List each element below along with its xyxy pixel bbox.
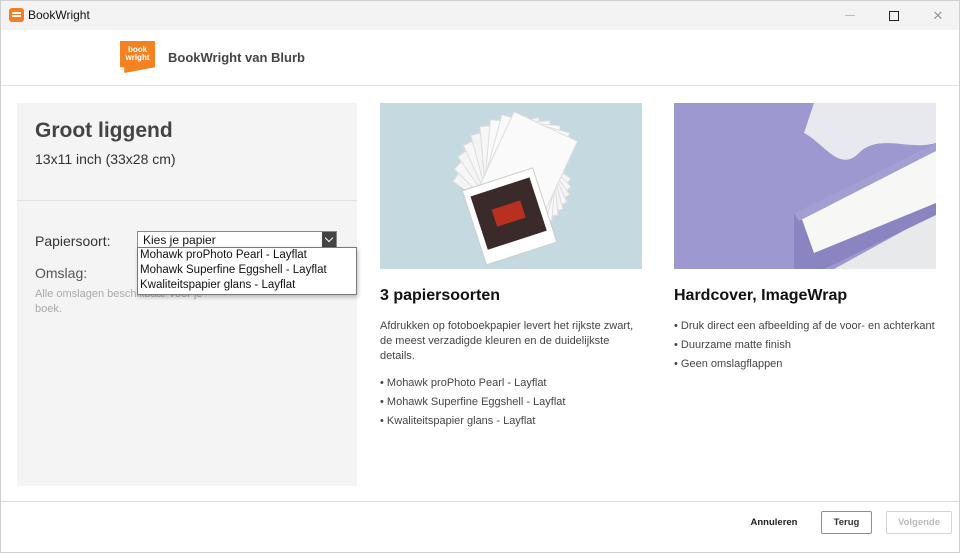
bookwright-app-icon [9,8,24,22]
panel-divider [17,200,357,201]
paper-type-select-value: Kies je papier [143,233,216,247]
back-button[interactable]: Terug [821,511,872,534]
cover-feature-bullets: • Druk direct een afbeelding af de voor-… [674,319,936,372]
bullet-item: • Geen omslagflappen [674,358,783,370]
paper-type-select[interactable]: Kies je papier [137,231,337,248]
maximize-button[interactable] [871,1,917,30]
paper-type-label: Papiersoort: [35,233,111,249]
paper-feature: 3 papiersoorten Afdrukken op fotoboekpap… [380,103,642,433]
paper-samples-illustration [452,111,579,266]
minimize-button[interactable] [827,1,873,30]
window-title: BookWright [28,8,90,22]
bullet-item: • Kwaliteitspapier glans - Layflat [380,415,536,427]
next-button[interactable]: Volgende [886,511,952,534]
cancel-button[interactable]: Annuleren [741,511,807,534]
cover-label: Omslag: [35,265,88,281]
format-size: 13x11 inch (33x28 cm) [35,151,176,167]
cover-feature-title: Hardcover, ImageWrap [674,287,848,304]
app-header: book wright BookWright van Blurb [1,30,959,86]
paper-type-dropdown: Mohawk proPhoto Pearl - Layflat Mohawk S… [137,247,357,295]
paper-option-prophoto-pearl[interactable]: Mohawk proPhoto Pearl - Layflat [138,248,356,263]
brand-name: BookWright van Blurb [168,50,305,65]
hardcover-image [674,103,936,269]
hardcover-illustration [674,103,936,269]
format-title: Groot liggend [35,119,173,142]
close-button[interactable]: ✕ [915,1,960,30]
bullet-item: • Mohawk proPhoto Pearl - Layflat [380,377,547,389]
paper-feature-bullets: • Mohawk proPhoto Pearl - Layflat • Moha… [380,376,642,429]
bullet-item: • Mohawk Superfine Eggshell - Layflat [380,396,566,408]
title-bar: BookWright ✕ [1,1,959,30]
maximize-icon [889,10,899,21]
paper-option-quality-gloss[interactable]: Kwaliteitspapier glans - Layflat [138,278,356,293]
paper-feature-description: Afdrukken op fotoboekpapier levert het r… [380,320,634,362]
paper-option-superfine-eggshell[interactable]: Mohawk Superfine Eggshell - Layflat [138,263,356,278]
chevron-down-icon[interactable] [322,232,336,247]
footer-divider [1,501,959,502]
bullet-item: • Druk direct een afbeelding af de voor-… [674,320,935,332]
minimize-icon [845,15,855,16]
paper-feature-title: 3 papiersoorten [380,287,501,304]
paper-samples-image [380,103,642,269]
app-window: BookWright ✕ book wright BookWright van … [0,0,960,553]
bookwright-logo: book wright [120,41,155,73]
close-icon: ✕ [932,7,944,23]
cover-feature: Hardcover, ImageWrap • Druk direct een a… [674,103,936,376]
bullet-item: • Duurzame matte finish [674,339,791,351]
logo-text-bottom: wright [125,53,150,62]
